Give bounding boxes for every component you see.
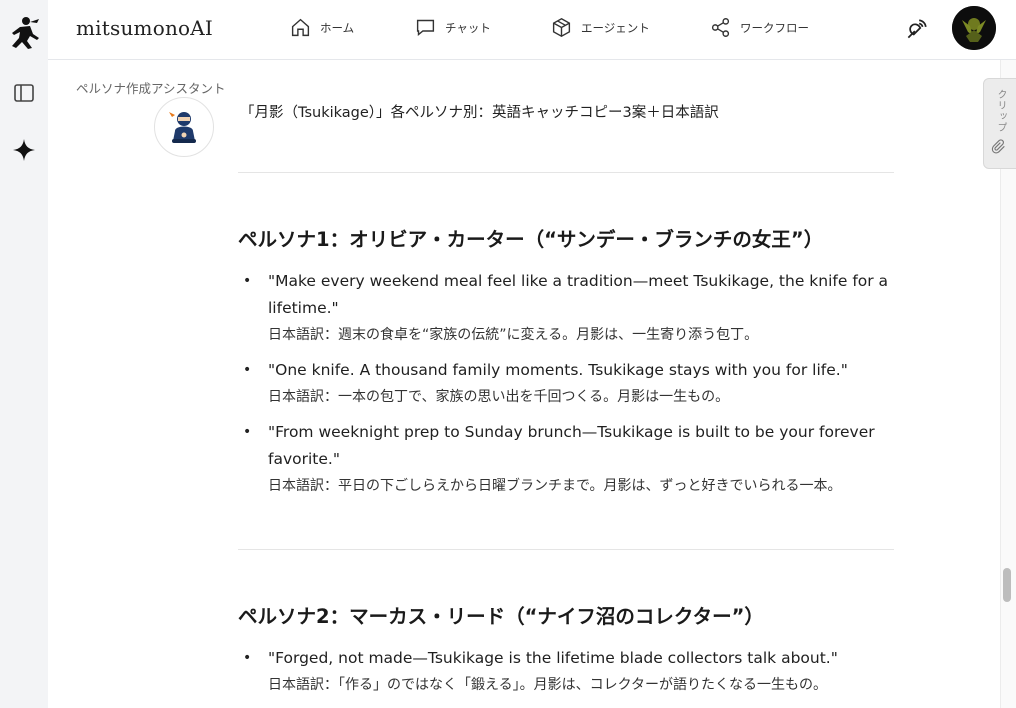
panel-toggle-icon[interactable] [9, 78, 39, 108]
bullet-point: • [243, 362, 252, 378]
copy-english: "Make every weekend meal feel like a tra… [268, 272, 889, 317]
chat-main: ペルソナ作成アシスタント 「月影（Tsukikage）」各ペルソナ別：英語キャッ… [48, 60, 1000, 708]
persona-2-heading: ペルソナ2：マーカス・リード（“ナイフ沼のコレクター”） [238, 605, 764, 628]
nav-chat-label: チャット [445, 20, 491, 35]
persona-1-heading: ペルソナ1：オリビア・カーター（“サンデー・ブランチの女王”） [238, 228, 824, 251]
persona-1-copy-1: • "Make every weekend meal feel like a t… [238, 268, 898, 349]
scrollbar-thumb[interactable] [1003, 568, 1011, 602]
sparkle-icon[interactable] [9, 135, 39, 165]
home-icon [291, 18, 310, 37]
paperclip-icon [991, 139, 1005, 154]
bullet-point: • [243, 273, 252, 289]
nav-home-label: ホーム [320, 20, 355, 35]
assistant-name: ペルソナ作成アシスタント [76, 81, 226, 96]
bullet-point: • [243, 424, 252, 440]
chat-icon [416, 19, 435, 36]
nav-chat[interactable]: チャット [415, 17, 491, 38]
bullet-point: • [243, 650, 252, 666]
copy-english: "One knife. A thousand family moments. T… [268, 361, 848, 379]
cube-icon [552, 17, 571, 38]
nav-workflow-label: ワークフロー [740, 20, 809, 35]
nav-workflow[interactable]: ワークフロー [710, 17, 809, 38]
persona-1-copy-3: • "From weeknight prep to Sunday brunch—… [238, 419, 898, 500]
copy-japanese: 日本語訳：一本の包丁で、家族の思い出を千回つくる。月影は一生もの。 [268, 389, 730, 405]
copy-japanese: 日本語訳：平日の下ごしらえから日曜ブランチまで。月影は、ずっと好きでいられる一本… [268, 478, 842, 494]
left-sidebar [0, 0, 48, 708]
copy-japanese: 日本語訳：週末の食卓を“家族の伝統”に変える。月影は、一生寄り添う包丁。 [268, 327, 759, 343]
section-divider [238, 549, 894, 550]
section-divider [238, 172, 894, 173]
ninja-logo-icon[interactable] [6, 14, 42, 50]
top-bar: mitsumonoAI ホーム チャット エージェント ワークフロー [48, 0, 1016, 60]
nav-agent-label: エージェント [581, 20, 650, 35]
message-intro: 「月影（Tsukikage）」各ペルソナ別：英語キャッチコピー3案＋日本語訳 [240, 105, 719, 121]
persona-2-copy-1: • "Forged, not made—Tsukikage is the lif… [238, 645, 898, 699]
copy-english: "From weeknight prep to Sunday brunch—Ts… [268, 423, 875, 468]
copy-english: "Forged, not made—Tsukikage is the lifet… [268, 649, 838, 667]
share-nodes-icon [711, 18, 730, 37]
brand-name[interactable]: mitsumonoAI [76, 16, 213, 40]
user-avatar[interactable] [952, 6, 996, 50]
nav-home[interactable]: ホーム [290, 17, 354, 38]
clip-tab-label: クリップ [995, 89, 1006, 133]
ninja-mascot-icon [169, 112, 196, 143]
copy-japanese: 日本語訳：「作る」のではなく「鍛える」。月影は、コレクターが語りたくなる一生もの… [268, 677, 828, 693]
assistant-avatar [154, 97, 214, 157]
persona-1-copy-2: • "One knife. A thousand family moments.… [238, 357, 898, 411]
clip-tab[interactable]: クリップ [983, 78, 1016, 169]
nav-agent[interactable]: エージェント [551, 17, 650, 38]
satellite-icon[interactable] [904, 16, 930, 42]
